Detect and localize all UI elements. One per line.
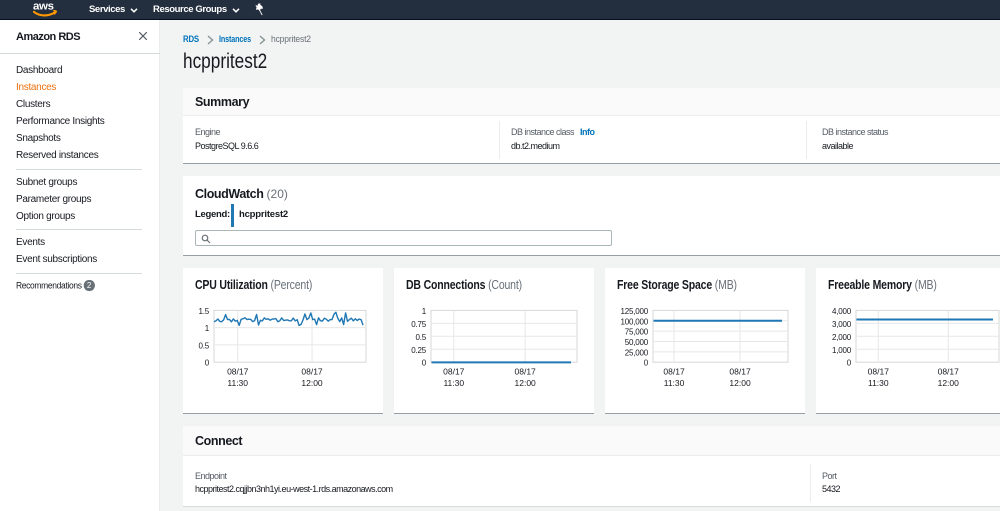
svg-text:25,000: 25,000 <box>625 348 649 357</box>
svg-text:100,000: 100,000 <box>620 317 648 326</box>
svg-text:0.5: 0.5 <box>198 341 209 350</box>
svg-text:0.5: 0.5 <box>415 333 426 342</box>
svg-text:1: 1 <box>205 324 210 333</box>
svg-text:1: 1 <box>422 307 427 316</box>
svg-text:08/17: 08/17 <box>663 366 685 376</box>
svg-text:12:00: 12:00 <box>729 378 751 388</box>
svg-text:0.75: 0.75 <box>411 320 427 329</box>
svg-text:08/17: 08/17 <box>868 366 890 376</box>
svg-text:11:30: 11:30 <box>868 378 889 388</box>
svg-text:12:00: 12:00 <box>515 378 537 388</box>
svg-text:0: 0 <box>205 359 210 368</box>
svg-text:125,000: 125,000 <box>620 307 648 316</box>
svg-text:3,000: 3,000 <box>832 320 852 329</box>
svg-text:0: 0 <box>644 359 649 368</box>
svg-text:08/17: 08/17 <box>729 366 751 376</box>
svg-text:12:00: 12:00 <box>301 378 323 388</box>
svg-text:0.25: 0.25 <box>411 346 427 355</box>
svg-text:50,000: 50,000 <box>625 338 649 347</box>
svg-text:aws: aws <box>33 1 54 12</box>
svg-text:75,000: 75,000 <box>625 328 649 337</box>
svg-text:12:00: 12:00 <box>938 378 960 388</box>
svg-text:11:30: 11:30 <box>443 378 464 388</box>
svg-text:2,000: 2,000 <box>832 333 852 342</box>
svg-text:11:30: 11:30 <box>227 378 248 388</box>
svg-text:08/17: 08/17 <box>301 366 323 376</box>
svg-text:11:30: 11:30 <box>664 378 685 388</box>
svg-text:08/17: 08/17 <box>938 366 960 376</box>
svg-text:08/17: 08/17 <box>443 366 465 376</box>
svg-text:1.5: 1.5 <box>198 307 209 316</box>
svg-text:08/17: 08/17 <box>227 366 249 376</box>
svg-text:08/17: 08/17 <box>515 366 537 376</box>
svg-text:0: 0 <box>422 359 427 368</box>
svg-text:1,000: 1,000 <box>832 346 852 355</box>
svg-text:4,000: 4,000 <box>832 307 852 316</box>
svg-text:0: 0 <box>847 359 852 368</box>
